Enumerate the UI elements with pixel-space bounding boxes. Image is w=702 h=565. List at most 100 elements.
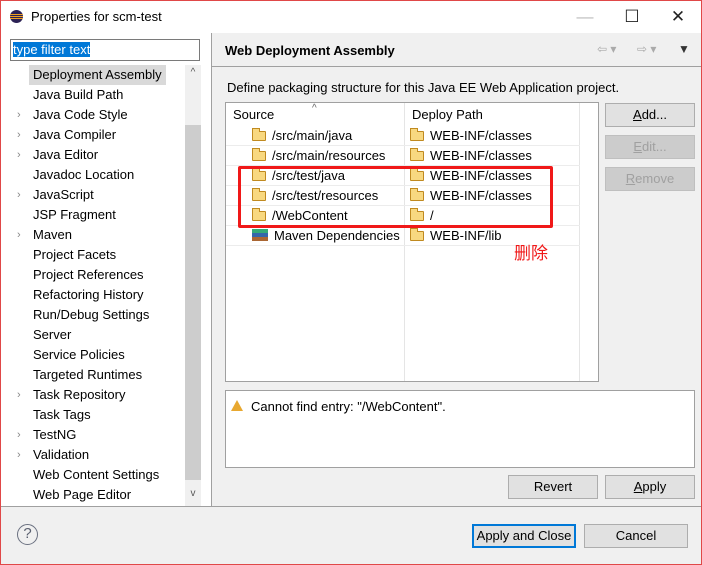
- cancel-button[interactable]: Cancel: [584, 524, 688, 548]
- tree-item[interactable]: Service Policies: [33, 345, 125, 365]
- column-header-source[interactable]: Source ^: [226, 103, 405, 126]
- tree-item[interactable]: › Java Compiler: [17, 125, 117, 145]
- filter-text: type filter text: [13, 42, 91, 57]
- tree-item-label: Java Editor: [33, 147, 99, 162]
- deploy-path-cell: WEB-INF/lib: [410, 226, 502, 246]
- expand-arrow-icon[interactable]: ›: [17, 105, 21, 125]
- filter-input[interactable]: type filter text: [10, 39, 200, 61]
- expand-arrow-icon[interactable]: ›: [17, 185, 21, 205]
- add-button[interactable]: Add...: [605, 103, 695, 127]
- tree-item-label: Javadoc Location: [33, 167, 135, 182]
- deploy-path-cell: WEB-INF/classes: [410, 146, 532, 166]
- tree-item[interactable]: Refactoring History: [33, 285, 144, 305]
- expand-arrow-icon[interactable]: ›: [17, 125, 21, 145]
- tree-item[interactable]: Java Build Path: [33, 85, 123, 105]
- source-cell: /src/main/java: [252, 126, 352, 146]
- properties-dialog: Properties for scm-test — ☐ ✕ type filte…: [0, 0, 702, 565]
- page-title: Web Deployment Assembly: [225, 43, 395, 58]
- tree-item-label: Validation: [33, 447, 90, 462]
- tree-item-label: Refactoring History: [33, 287, 144, 302]
- tree-scrollbar[interactable]: ^ v: [185, 65, 201, 506]
- page-header: Web Deployment Assembly ⇦ ▾ ⇨ ▾ ▼: [212, 33, 701, 67]
- left-pane: type filter text Deployment Assembly Java…: [1, 33, 211, 506]
- table-row[interactable]: /src/main/resources WEB-INF/classes: [226, 146, 580, 166]
- tree-item[interactable]: › JavaScript: [17, 185, 94, 205]
- tree-item[interactable]: › TestNG: [17, 425, 77, 445]
- maximize-button[interactable]: ☐: [617, 5, 647, 29]
- tree-item-label: Targeted Runtimes: [33, 367, 143, 382]
- help-icon[interactable]: ?: [17, 524, 38, 545]
- window-title: Properties for scm-test: [31, 9, 162, 24]
- expand-arrow-icon[interactable]: ›: [17, 225, 21, 245]
- pane-divider[interactable]: [211, 33, 212, 506]
- tree-item[interactable]: › Maven: [17, 225, 73, 245]
- folder-icon: [252, 148, 266, 161]
- tree-item[interactable]: › Task Repository: [17, 385, 125, 405]
- tree-item-label: Web Page Editor: [33, 487, 132, 502]
- revert-button[interactable]: Revert: [508, 475, 598, 499]
- apply-button[interactable]: Apply: [605, 475, 695, 499]
- tree-item[interactable]: Web Content Settings: [33, 465, 159, 485]
- title-bar: Properties for scm-test — ☐ ✕: [1, 1, 701, 33]
- edit-button[interactable]: Edit...: [605, 135, 695, 159]
- folder-icon: [410, 148, 424, 161]
- message-area: Cannot find entry: "/WebContent".: [225, 390, 695, 468]
- sort-icon: ^: [312, 103, 317, 114]
- tree-item[interactable]: JSP Fragment: [33, 205, 116, 225]
- tree-item[interactable]: Project References: [33, 265, 144, 285]
- scroll-down-icon[interactable]: v: [185, 488, 201, 504]
- table-row[interactable]: /src/main/java WEB-INF/classes: [226, 126, 580, 146]
- tree-item[interactable]: Web Page Editor: [33, 485, 131, 505]
- minimize-button[interactable]: —: [570, 5, 600, 29]
- expand-arrow-icon[interactable]: ›: [17, 425, 21, 445]
- expand-arrow-icon[interactable]: ›: [17, 145, 21, 165]
- deploy-path-text: WEB-INF/lib: [430, 228, 502, 243]
- tree-item-label: TestNG: [33, 427, 77, 442]
- expand-arrow-icon[interactable]: ›: [17, 445, 21, 465]
- tree-item-label: Java Build Path: [33, 87, 124, 102]
- tree-item[interactable]: Deployment Assembly: [29, 65, 166, 85]
- tree-item-label: JSP Fragment: [33, 207, 116, 222]
- tree-item-label: Maven: [33, 227, 73, 242]
- column-header-deploy-path[interactable]: Deploy Path: [405, 103, 580, 126]
- tree-item[interactable]: › Validation: [17, 445, 90, 465]
- tree-item[interactable]: › Java Editor: [17, 145, 99, 165]
- scroll-up-icon[interactable]: ^: [185, 67, 201, 83]
- deploy-path-text: WEB-INF/classes: [430, 128, 532, 143]
- tree-item[interactable]: Javadoc Location: [33, 165, 134, 185]
- column-label: Deploy Path: [412, 107, 483, 122]
- source-cell: /src/main/resources: [252, 146, 385, 166]
- tree-item[interactable]: Run/Debug Settings: [33, 305, 149, 325]
- apply-and-close-button[interactable]: Apply and Close: [472, 524, 576, 548]
- source-text: /src/main/resources: [272, 148, 386, 163]
- source-text: Maven Dependencies: [274, 228, 400, 243]
- page-description: Define packaging structure for this Java…: [227, 80, 620, 95]
- tree-item[interactable]: Task Tags: [33, 405, 91, 425]
- expand-arrow-icon[interactable]: ›: [17, 385, 21, 405]
- view-menu-icon[interactable]: ▼: [678, 42, 690, 56]
- delete-annotation: 删除: [514, 244, 548, 263]
- tree-item-label: Deployment Assembly: [33, 67, 162, 82]
- maven-library-icon: [252, 229, 268, 241]
- warning-icon: [231, 400, 243, 411]
- forward-icon[interactable]: ⇨ ▾: [637, 42, 656, 56]
- tree-item-label: Java Compiler: [33, 127, 117, 142]
- tree-item-label: Project Facets: [33, 247, 117, 262]
- tree-item[interactable]: Server: [33, 325, 71, 345]
- tree-item[interactable]: Project Facets: [33, 245, 116, 265]
- column-label: Source: [233, 107, 275, 122]
- warning-message: Cannot find entry: "/WebContent".: [251, 399, 446, 414]
- footer-divider: [1, 506, 701, 507]
- tree-item-label: Project References: [33, 267, 144, 282]
- tree-item[interactable]: Targeted Runtimes: [33, 365, 142, 385]
- back-icon[interactable]: ⇦ ▾: [597, 42, 616, 56]
- tree-item-label: Java Code Style: [33, 107, 128, 122]
- tree-item[interactable]: › Java Code Style: [17, 105, 128, 125]
- deploy-path-text: WEB-INF/classes: [430, 148, 532, 163]
- close-button[interactable]: ✕: [663, 5, 693, 29]
- remove-button[interactable]: Remove: [605, 167, 695, 191]
- scroll-thumb[interactable]: [185, 125, 201, 480]
- deploy-path-cell: WEB-INF/classes: [410, 126, 532, 146]
- source-text: /src/main/java: [272, 128, 353, 143]
- tree-item-label: Service Policies: [33, 347, 125, 362]
